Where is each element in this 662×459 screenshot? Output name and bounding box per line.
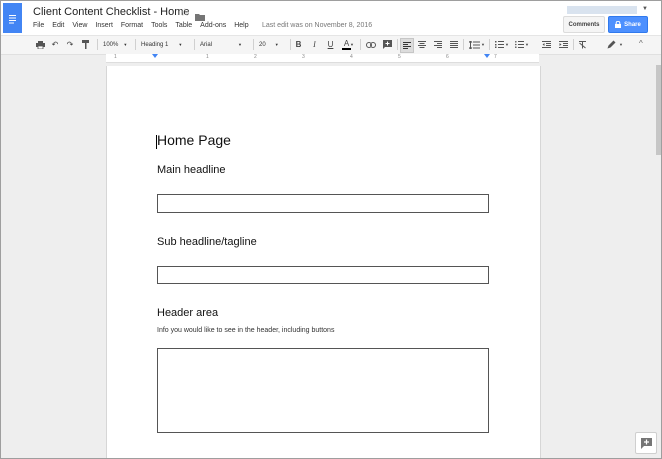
style-select[interactable]: Heading 1 ▼	[141, 38, 191, 51]
toolbar-divider	[573, 39, 574, 50]
toolbar-divider	[397, 39, 398, 50]
toolbar-divider	[290, 39, 291, 50]
ruler-label: 7	[494, 54, 497, 60]
toolbar-divider	[489, 39, 490, 50]
toolbar: ↶ ↷ 100% ▼ Heading 1 ▼ Arial ▼ 20 ▼ B I U A …	[1, 35, 661, 55]
clear-formatting-icon[interactable]	[576, 38, 588, 51]
toolbar-divider	[97, 39, 98, 50]
comments-button[interactable]: Comments	[563, 16, 605, 33]
caret-down-icon[interactable]: ▼	[480, 38, 486, 51]
toolbar-divider	[463, 39, 464, 50]
font-select[interactable]: Arial ▼	[200, 38, 250, 51]
ruler-label: 3	[302, 54, 305, 60]
ruler-label: 5	[398, 54, 401, 60]
font-size-value: 20	[259, 41, 266, 48]
zoom-select[interactable]: 100% ▼	[103, 38, 131, 51]
undo-icon[interactable]: ↶	[49, 38, 61, 51]
last-edit-link[interactable]: Last edit was on November 8, 2016	[262, 22, 372, 29]
increase-indent-icon[interactable]	[557, 38, 569, 51]
toolbar-divider	[360, 39, 361, 50]
docs-home-icon[interactable]	[3, 3, 22, 33]
caret-down-icon[interactable]: ▼	[642, 6, 648, 12]
toolbar-divider	[194, 39, 195, 50]
header: Client Content Checklist - Home ☆ File E…	[1, 1, 661, 35]
align-right-icon[interactable]	[432, 38, 444, 51]
scrollbar[interactable]	[656, 65, 661, 155]
menu-format[interactable]: Format	[121, 22, 143, 29]
section-heading-main-headline[interactable]: Main headline	[157, 164, 226, 176]
toolbar-divider	[135, 39, 136, 50]
star-icon[interactable]: ☆	[180, 6, 190, 19]
collapse-icon[interactable]: ^	[639, 39, 643, 48]
link-icon[interactable]	[365, 38, 377, 51]
lock-icon	[615, 21, 622, 28]
explore-button[interactable]	[635, 432, 657, 454]
add-comment-icon[interactable]	[381, 38, 393, 51]
italic-icon[interactable]: I	[309, 38, 320, 51]
ruler-label: 1	[114, 54, 117, 60]
menu-edit[interactable]: Edit	[52, 22, 64, 29]
decrease-indent-icon[interactable]	[540, 38, 552, 51]
align-justify-icon[interactable]	[448, 38, 460, 51]
menu-insert[interactable]: Insert	[95, 22, 113, 29]
menu-bar: File Edit View Insert Format Tools Table…	[33, 22, 257, 29]
section-heading-sub-headline[interactable]: Sub headline/tagline	[157, 236, 257, 248]
editing-mode-icon[interactable]	[605, 38, 617, 51]
caret-down-icon[interactable]: ▼	[618, 38, 624, 51]
caret-down-icon[interactable]: ▼	[504, 38, 510, 51]
zoom-value: 100%	[103, 41, 119, 48]
line-spacing-icon[interactable]	[467, 38, 481, 51]
ruler-label: 1	[206, 54, 209, 60]
ruler-label: 2	[254, 54, 257, 60]
document-title[interactable]: Client Content Checklist - Home	[33, 6, 190, 18]
right-indent-marker[interactable]	[484, 54, 490, 58]
menu-addons[interactable]: Add-ons	[200, 22, 226, 29]
menu-file[interactable]: File	[33, 22, 44, 29]
bold-icon[interactable]: B	[293, 38, 304, 51]
paint-format-icon[interactable]	[80, 38, 92, 51]
ruler[interactable]: 1 1 2 3 4 5 6 7	[106, 54, 539, 63]
align-center-icon[interactable]	[416, 38, 428, 51]
style-value: Heading 1	[141, 41, 169, 48]
sub-headline-box[interactable]	[157, 266, 489, 284]
main-headline-box[interactable]	[157, 194, 489, 213]
section-heading-header-area[interactable]: Header area	[157, 307, 218, 319]
caret-down-icon[interactable]: ▼	[348, 38, 356, 51]
menu-view[interactable]: View	[72, 22, 87, 29]
font-value: Arial	[200, 41, 213, 48]
ruler-label: 4	[350, 54, 353, 60]
caret-down-icon[interactable]: ▼	[524, 38, 530, 51]
font-size-select[interactable]: 20 ▼	[259, 38, 287, 51]
toolbar-divider	[253, 39, 254, 50]
docs-window: Client Content Checklist - Home ☆ File E…	[0, 0, 662, 459]
left-indent-marker[interactable]	[152, 54, 158, 58]
redo-icon[interactable]: ↷	[64, 38, 76, 51]
share-label: Share	[624, 21, 641, 28]
page-title[interactable]: Home Page	[157, 132, 231, 148]
print-icon[interactable]	[34, 38, 46, 51]
menu-tools[interactable]: Tools	[151, 22, 167, 29]
menu-table[interactable]: Table	[175, 22, 192, 29]
explore-icon	[640, 437, 652, 449]
menu-help[interactable]: Help	[234, 22, 248, 29]
underline-icon[interactable]: U	[325, 38, 336, 51]
share-button[interactable]: Share	[608, 16, 648, 33]
ruler-label: 6	[446, 54, 449, 60]
align-left-icon[interactable]	[400, 38, 414, 53]
account-switcher[interactable]	[567, 6, 637, 14]
header-area-box[interactable]	[157, 348, 489, 433]
header-area-note[interactable]: Info you would like to see in the header…	[157, 327, 334, 334]
